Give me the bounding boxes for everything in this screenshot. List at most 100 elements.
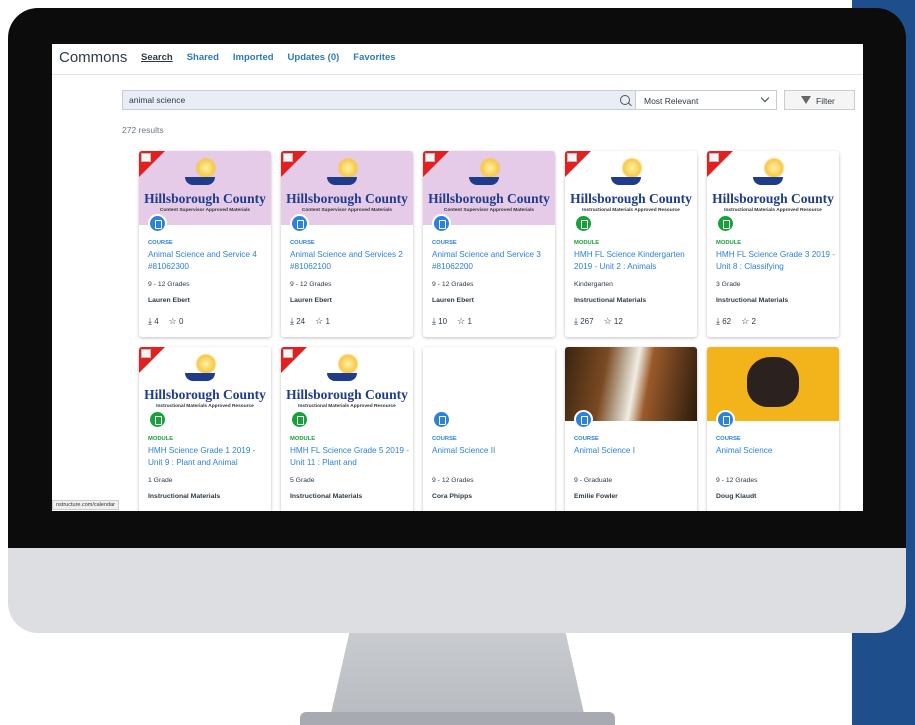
- download-icon: ⤓: [432, 316, 436, 326]
- card-type: COURSE: [716, 436, 741, 442]
- card-author: Instructional Materials: [148, 493, 221, 500]
- broken-image-icon: [283, 349, 293, 358]
- card-type: MODULE: [574, 240, 600, 246]
- tab-favorites[interactable]: Favorites: [353, 52, 395, 63]
- resource-card[interactable]: Hillsborough County Instructional Materia…: [281, 347, 413, 511]
- card-title-link[interactable]: HMH FL Science Kindergarten 2019 - Unit …: [574, 249, 694, 273]
- hillsborough-title: Hillsborough County: [144, 387, 266, 402]
- monitor-stand-base: [300, 712, 615, 725]
- download-count: ⤓ 62: [716, 316, 732, 326]
- hillsborough-subtitle: Instructional Materials Approved Resourc…: [582, 208, 680, 213]
- card-author: Cora Phipps: [432, 493, 473, 500]
- hillsborough-title: Hillsborough County: [286, 387, 408, 402]
- resource-card[interactable]: Hillsborough County Instructional Materia…: [707, 151, 839, 337]
- favorite-count[interactable]: ☆ 2: [741, 316, 756, 327]
- download-count: ⤓ 10: [432, 316, 448, 326]
- resource-card[interactable]: Hillsborough County Instructional Materia…: [565, 151, 697, 337]
- hillsborough-title: Hillsborough County: [428, 191, 550, 206]
- card-title-link[interactable]: HMH Science Grade 1 2019 - Unit 9 : Plan…: [148, 445, 268, 469]
- card-type: MODULE: [716, 240, 742, 246]
- card-grade: 5 Grade: [290, 477, 315, 484]
- lamp-logo-icon: [337, 157, 359, 179]
- card-title-link[interactable]: HMH FL Science Grade 5 2019 - Unit 11 : …: [290, 445, 410, 469]
- card-grade: 9 - 12 Grades: [432, 281, 474, 288]
- search-icon[interactable]: [620, 95, 630, 105]
- broken-image-icon: [283, 153, 293, 162]
- card-grade: Kindergarten: [574, 281, 613, 288]
- module-icon: [148, 410, 167, 429]
- card-grade: 3 Grade: [716, 281, 741, 288]
- resource-card[interactable]: Hillsborough County Content Supervisor Ap…: [281, 151, 413, 337]
- search-input[interactable]: animal science: [122, 90, 637, 110]
- lamp-logo-icon: [763, 157, 785, 179]
- resource-card[interactable]: COURSE Animal Science 9 - 12 Grades Doug Kl…: [707, 347, 839, 511]
- card-type: MODULE: [290, 436, 316, 442]
- hillsborough-subtitle: Instructional Materials Approved Resourc…: [724, 208, 822, 213]
- favorite-count[interactable]: ☆ 1: [315, 316, 330, 327]
- card-stats: ⤓ 62 ☆ 2: [716, 316, 756, 327]
- chevron-down-icon: [760, 93, 770, 103]
- filter-button[interactable]: Filter: [784, 90, 855, 110]
- tab-search[interactable]: Search: [141, 52, 173, 63]
- favorite-count[interactable]: ☆ 1: [457, 316, 472, 327]
- card-type: COURSE: [432, 436, 457, 442]
- tab-imported[interactable]: Imported: [233, 52, 274, 63]
- download-icon: ⤓: [574, 316, 578, 326]
- download-count: ⤓ 4: [148, 316, 159, 326]
- app-screen: Commons Search Shared Imported Updates (…: [52, 44, 863, 511]
- card-grade: 9 - 12 Grades: [290, 281, 332, 288]
- card-author: Lauren Ebert: [290, 297, 332, 304]
- favorite-count[interactable]: ☆ 0: [169, 316, 184, 327]
- sort-select-value: Most Relevant: [644, 96, 699, 106]
- top-navigation: Commons Search Shared Imported Updates (…: [52, 44, 863, 75]
- card-title-link[interactable]: Animal Science: [716, 445, 836, 457]
- card-title-link[interactable]: Animal Science II: [432, 445, 552, 457]
- lamp-base-icon: [327, 177, 357, 185]
- hillsborough-subtitle: Content Supervisor Approved Materials: [159, 208, 251, 213]
- card-grade: 9 - 12 Grades: [148, 281, 190, 288]
- hillsborough-title: Hillsborough County: [286, 191, 408, 206]
- card-author: Lauren Ebert: [148, 297, 190, 304]
- card-title-link[interactable]: Animal Science and Service 3 #81062200: [432, 249, 552, 273]
- sort-select[interactable]: Most Relevant: [635, 90, 777, 110]
- pug-face: [747, 357, 799, 407]
- download-count: ⤓ 24: [290, 316, 306, 326]
- download-icon: ⤓: [290, 316, 294, 326]
- card-author: Lauren Ebert: [432, 297, 474, 304]
- lamp-logo-icon: [195, 157, 217, 179]
- tab-shared[interactable]: Shared: [187, 52, 219, 63]
- results-count: 272 results: [122, 125, 164, 135]
- star-icon: ☆: [741, 316, 750, 326]
- card-type: COURSE: [148, 240, 173, 246]
- filter-icon: [801, 96, 811, 104]
- hillsborough-subtitle: Instructional Materials Approved Resourc…: [156, 404, 254, 409]
- card-author: Emilie Fowler: [574, 493, 618, 500]
- resource-card[interactable]: Hillsborough County Content Supervisor Ap…: [139, 151, 271, 337]
- module-icon: [574, 214, 593, 233]
- card-title-link[interactable]: Animal Science I: [574, 445, 694, 457]
- lamp-logo-icon: [621, 157, 643, 179]
- resource-card[interactable]: COURSE Animal Science I 9 - Graduate Emilie…: [565, 347, 697, 511]
- favorite-count[interactable]: ☆ 12: [604, 316, 623, 327]
- tab-updates[interactable]: Updates (0): [288, 52, 340, 63]
- lamp-base-icon: [469, 177, 499, 185]
- star-icon: ☆: [457, 316, 466, 326]
- monitor-stand: [330, 628, 585, 718]
- course-icon: [432, 214, 451, 233]
- course-icon: [290, 214, 309, 233]
- card-stats: ⤓ 10 ☆ 1: [432, 316, 472, 327]
- hillsborough-title: Hillsborough County: [570, 191, 692, 206]
- resource-card[interactable]: Hillsborough County Instructional Materia…: [139, 347, 271, 511]
- card-title-link[interactable]: HMH FL Science Grade 3 2019 - Unit 8 : C…: [716, 249, 836, 273]
- search-input-value: animal science: [129, 95, 186, 105]
- card-title-link[interactable]: Animal Science and Service 4 #81062300: [148, 249, 268, 273]
- hillsborough-title: Hillsborough County: [144, 191, 266, 206]
- lamp-logo-icon: [337, 353, 359, 375]
- broken-image-icon: [141, 349, 151, 358]
- card-title-link[interactable]: Animal Science and Services 2 #81062100: [290, 249, 410, 273]
- broken-image-icon: [425, 153, 435, 162]
- resource-card[interactable]: Hillsborough County Content Supervisor Ap…: [423, 151, 555, 337]
- lamp-base-icon: [753, 177, 783, 185]
- lamp-base-icon: [327, 373, 357, 381]
- resource-card[interactable]: COURSE Animal Science II 9 - 12 Grades Cora…: [423, 347, 555, 511]
